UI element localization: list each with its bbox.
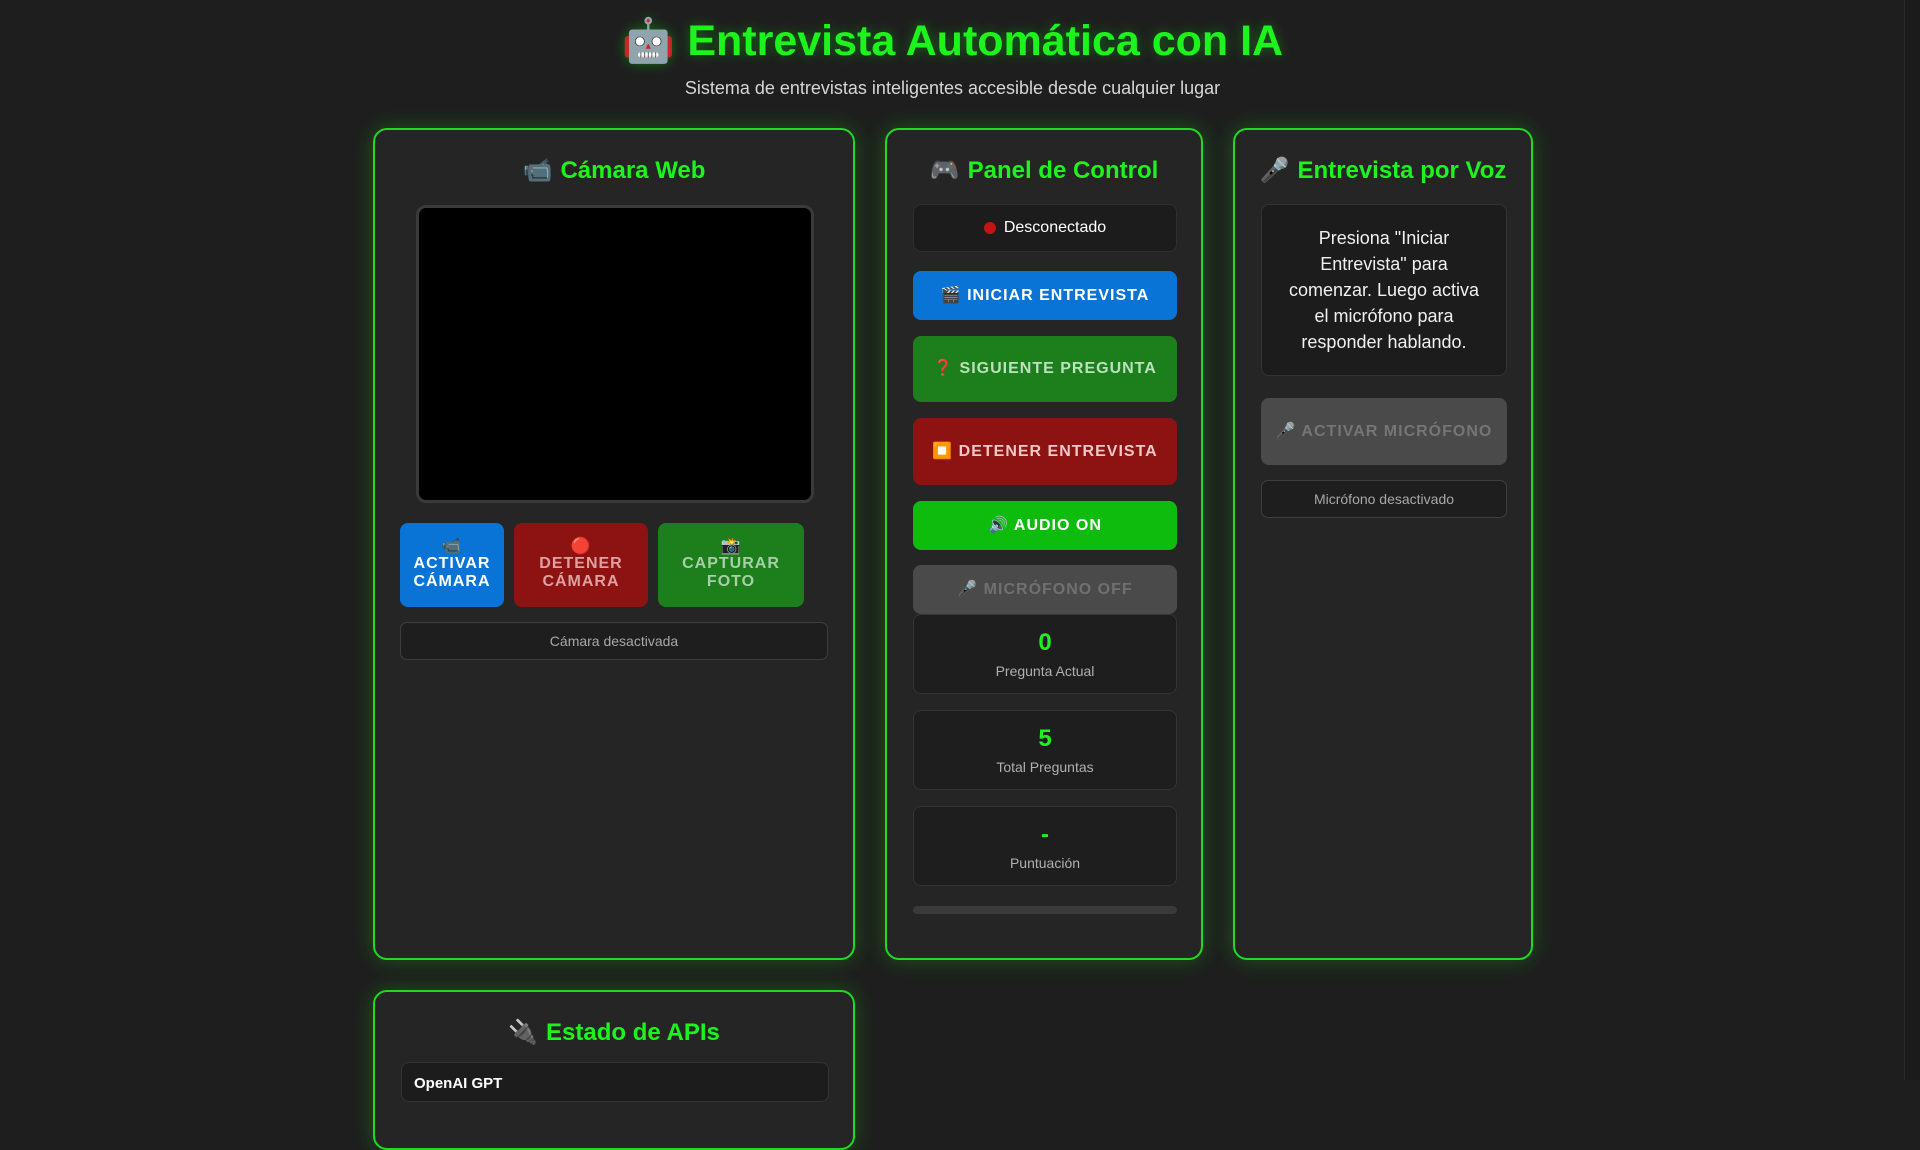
video-camera-icon: 📹 [522, 157, 553, 184]
next-question-button[interactable]: ❓ SIGUIENTE PREGUNTA [913, 336, 1177, 402]
red-circle-icon: 🔴 [570, 538, 592, 555]
activate-microphone-button[interactable]: 🎤 ACTIVAR MICRÓFONO [1261, 398, 1507, 465]
control-title-text: Panel de Control [967, 157, 1159, 184]
stop-camera-button[interactable]: 🔴 DETENER CÁMARA [514, 523, 648, 607]
current-question-label: Pregunta Actual [995, 663, 1095, 679]
microphone-status: Micrófono desactivado [1261, 480, 1507, 518]
page-scrollbar[interactable] [1904, 0, 1920, 1080]
audio-toggle-button[interactable]: 🔊 AUDIO ON [913, 501, 1177, 550]
microphone-toggle-button[interactable]: 🎤 MICRÓFONO OFF [913, 565, 1177, 614]
score-card: - Puntuación [913, 806, 1177, 886]
capture-photo-label: CAPTURAR FOTO [682, 555, 780, 590]
connection-status: Desconectado [913, 204, 1177, 252]
score-label: Puntuación [1009, 855, 1081, 871]
voice-panel: 🎤 Entrevista por Voz Presiona "Iniciar En… [1233, 128, 1533, 960]
current-question-card: 0 Pregunta Actual [913, 614, 1177, 694]
capture-photo-button[interactable]: 📸 CAPTURAR FOTO [658, 523, 804, 607]
connection-status-text: Desconectado [1003, 219, 1107, 236]
voice-title-text: Entrevista por Voz [1297, 157, 1507, 184]
api-panel-title: 🔌 Estado de APIs [375, 1018, 853, 1047]
camera-panel: 📹 Cámara Web 📹 ACTIVAR CÁMARA 🔴 DETENER C… [373, 128, 855, 960]
activate-camera-label: ACTIVAR CÁMARA [413, 555, 491, 590]
api-item-openai: OpenAI GPT [401, 1062, 829, 1102]
game-controller-icon: 🎮 [929, 157, 960, 184]
plug-icon: 🔌 [508, 1019, 539, 1046]
total-questions-label: Total Preguntas [996, 759, 1094, 775]
status-dot-icon [983, 222, 996, 234]
camera-flash-icon: 📸 [720, 538, 742, 555]
total-questions-card: 5 Total Preguntas [913, 710, 1177, 790]
activate-camera-button[interactable]: 📹 ACTIVAR CÁMARA [400, 523, 504, 607]
voice-panel-title: 🎤 Entrevista por Voz [1235, 156, 1531, 185]
video-camera-icon: 📹 [441, 538, 463, 555]
stop-camera-label: DETENER CÁMARA [539, 555, 623, 590]
control-panel-title: 🎮 Panel de Control [887, 156, 1201, 185]
page-title: 🤖 Entrevista Automática con IA [621, 17, 1284, 65]
total-questions-value: 5 [1038, 725, 1052, 752]
interview-progress-bar [913, 906, 1177, 914]
camera-status: Cámara desactivada [400, 622, 828, 660]
microphone-icon: 🎤 [1259, 157, 1290, 184]
score-value: - [1041, 821, 1049, 848]
start-interview-button[interactable]: 🎬 INICIAR ENTREVISTA [913, 271, 1177, 320]
current-question-value: 0 [1038, 629, 1052, 656]
api-title-text: Estado de APIs [546, 1019, 720, 1046]
camera-video-feed [416, 205, 814, 503]
page-header: 🤖 Entrevista Automática con IA Sistema d… [0, 0, 1905, 99]
camera-panel-title: 📹 Cámara Web [375, 156, 853, 185]
voice-instructions: Presiona "Iniciar Entrevista" para comen… [1261, 204, 1507, 376]
page-subtitle: Sistema de entrevistas inteligentes acce… [684, 78, 1221, 98]
control-panel: 🎮 Panel de Control Desconectado 🎬 INICIAR… [885, 128, 1203, 960]
stop-interview-button[interactable]: ⏹️ DETENER ENTREVISTA [913, 418, 1177, 485]
camera-title-text: Cámara Web [560, 157, 706, 184]
api-status-panel: 🔌 Estado de APIs OpenAI GPT [373, 990, 855, 1150]
